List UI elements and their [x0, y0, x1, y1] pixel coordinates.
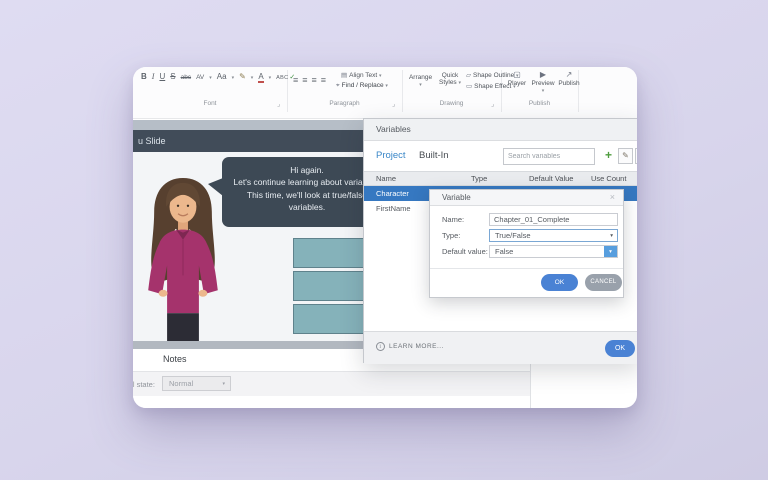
player-button[interactable]: ▢ Player — [504, 70, 530, 87]
publish-group-label: Publish — [528, 100, 551, 107]
drawing-group-label: Drawing — [439, 100, 464, 107]
variable-type-select[interactable]: True/False ▾ — [489, 229, 618, 242]
edit-variable-button[interactable]: ✎ — [618, 148, 633, 164]
publish-icon: ↗ — [565, 70, 573, 79]
column-default-value: Default Value — [529, 174, 574, 183]
preview-icon: ▶ — [539, 70, 547, 79]
chevron-down-icon: ▾ — [419, 82, 422, 89]
font-dialog-launcher-icon[interactable]: ⌟ — [277, 100, 280, 108]
variable-modal-title: Variable — [442, 193, 471, 202]
paragraph-dialog-launcher-icon[interactable]: ⌟ — [392, 100, 395, 108]
change-case-button[interactable]: Aa — [217, 72, 227, 81]
align-left-icon[interactable]: ≡ — [293, 75, 298, 85]
variable-modal-titlebar: Variable × — [430, 190, 623, 206]
default-value-select[interactable]: False ▾ — [489, 245, 618, 258]
info-icon: i — [376, 342, 385, 351]
variables-ok-button[interactable]: OK — [605, 340, 635, 357]
name-label: Name: — [442, 215, 465, 224]
initial-state-value: Normal — [169, 379, 194, 388]
modal-cancel-button[interactable]: CANCEL — [585, 274, 622, 291]
chevron-down-icon: ▾ — [541, 88, 545, 94]
chevron-down-icon[interactable]: ▾ — [269, 75, 272, 81]
publish-button[interactable]: ↗ Publish — [556, 70, 582, 87]
character-spacing-button[interactable]: AV — [196, 74, 204, 81]
underline-button[interactable]: U — [159, 72, 165, 81]
find-replace-button[interactable]: ⌖ Find / Replace ▾ — [336, 82, 388, 90]
chevron-down-icon[interactable]: ▾ — [251, 75, 254, 81]
tab-built-in[interactable]: Built-In — [419, 150, 449, 161]
bold-button[interactable]: B — [141, 72, 147, 81]
default-value: False — [495, 247, 514, 256]
arrange-button[interactable]: Arrange ▾ — [407, 74, 434, 89]
preview-button[interactable]: ▶ Preview ▾ — [530, 70, 556, 94]
dropdown-button[interactable]: ▾ — [604, 246, 617, 257]
initial-state-row: Initial state: Normal ▾ — [133, 372, 530, 396]
tab-project[interactable]: Project — [376, 150, 406, 161]
clear-formatting-button[interactable]: abc — [181, 74, 191, 81]
initial-state-dropdown[interactable]: Normal ▾ — [162, 376, 231, 391]
quick-styles-button[interactable]: Quick Styles ▾ — [436, 72, 464, 87]
highlight-color-button[interactable]: ✎ — [239, 72, 246, 81]
type-value: True/False — [495, 231, 531, 240]
column-type: Type — [471, 174, 488, 183]
font-group-buttons: B I U S abc AV ▾ Aa ▾ ✎ ▾ A ▾ ABC ✓ — [141, 72, 295, 83]
variables-dialog-titlebar: Variables — [364, 119, 637, 141]
font-group-label: Font — [203, 100, 217, 107]
alignment-buttons: ≡ ≡ ≡ ≡ — [293, 75, 326, 85]
align-justify-icon[interactable]: ≡ — [321, 75, 326, 85]
chevron-down-icon: ▾ — [458, 80, 462, 87]
drawing-dialog-launcher-icon[interactable]: ⌟ — [491, 100, 494, 108]
strikethrough-button[interactable]: S — [170, 72, 175, 81]
character-illustration[interactable] — [133, 172, 233, 341]
modal-divider — [430, 268, 623, 269]
slide-shape-button[interactable] — [293, 271, 373, 301]
column-use-count: Use Count — [591, 174, 627, 183]
abc-icon: ABC — [276, 75, 289, 81]
variables-dialog-title: Variables — [376, 124, 411, 134]
variables-table-header: Name Type Default Value Use Count — [364, 171, 637, 186]
chevron-down-icon[interactable]: ▾ — [232, 75, 235, 81]
learn-more-link[interactable]: i LEARN MORE... — [376, 342, 444, 351]
italic-button[interactable]: I — [152, 72, 155, 81]
font-color-button[interactable]: A — [258, 73, 264, 83]
notes-tab[interactable]: Notes — [163, 354, 187, 364]
align-text-button[interactable]: ▤ Align Text ▾ — [341, 71, 382, 79]
chevron-down-icon[interactable]: ▾ — [209, 75, 212, 81]
chevron-down-icon: ▾ — [222, 381, 225, 387]
chevron-down-icon: ▾ — [609, 249, 612, 255]
close-icon[interactable]: × — [610, 190, 615, 205]
align-right-icon[interactable]: ≡ — [312, 75, 317, 85]
slide-shape-button[interactable] — [293, 304, 373, 334]
type-label: Type: — [442, 231, 461, 240]
slide-shape-button[interactable] — [293, 238, 373, 268]
app-window: B I U S abc AV ▾ Aa ▾ ✎ ▾ A ▾ ABC ✓ Font… — [133, 67, 637, 408]
binoculars-icon: ⌖ — [336, 82, 340, 89]
align-center-icon[interactable]: ≡ — [302, 75, 307, 85]
shape-outline-icon: ▱ — [466, 72, 471, 79]
slide-tab-title: u Slide — [138, 136, 166, 146]
initial-state-label: Initial state: — [133, 380, 155, 389]
add-variable-button[interactable]: + — [601, 148, 616, 164]
chevron-down-icon: ▾ — [610, 233, 613, 239]
variables-tabs: Project Built-In + ✎ ▤ — [364, 141, 637, 171]
column-name: Name — [376, 174, 397, 183]
variable-name-input[interactable] — [489, 213, 618, 226]
paragraph-group-label: Paragraph — [329, 100, 360, 107]
shape-effect-icon: ▭ — [466, 83, 473, 90]
search-input[interactable] — [503, 148, 595, 165]
desktop-background: B I U S abc AV ▾ Aa ▾ ✎ ▾ A ▾ ABC ✓ Font… — [0, 0, 768, 480]
modal-ok-button[interactable]: OK — [541, 274, 578, 291]
align-text-icon: ▤ — [341, 72, 348, 79]
ribbon: B I U S abc AV ▾ Aa ▾ ✎ ▾ A ▾ ABC ✓ Font… — [133, 67, 637, 119]
default-value-label: Default value: — [442, 247, 488, 256]
toolbar-extra-button[interactable]: ▤ — [635, 148, 637, 164]
player-icon: ▢ — [513, 70, 521, 79]
variable-modal: Variable × Name: Type: True/False ▾ Defa… — [429, 189, 624, 298]
variables-dialog-footer: i LEARN MORE... OK — [364, 331, 637, 364]
